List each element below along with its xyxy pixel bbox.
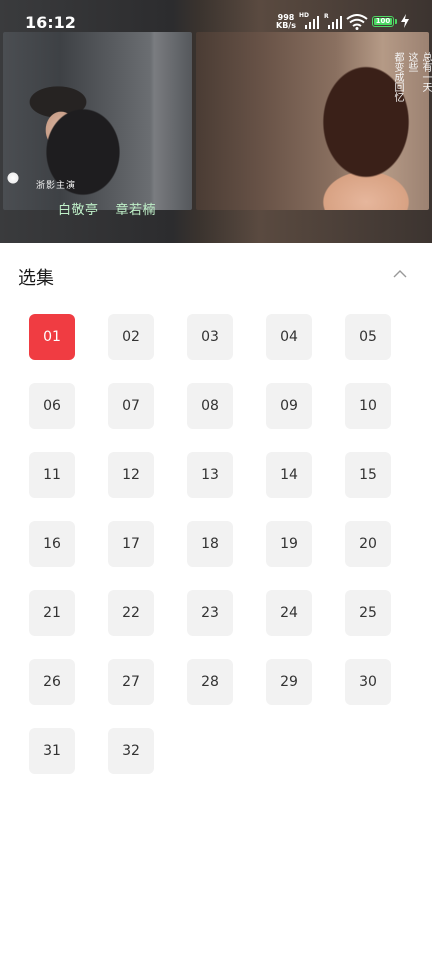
episode-button-08[interactable]: 08 bbox=[187, 383, 233, 429]
charging-icon bbox=[401, 14, 409, 28]
episode-button-02[interactable]: 02 bbox=[108, 314, 154, 360]
episode-button-22[interactable]: 22 bbox=[108, 590, 154, 636]
video-vertical-caption: 总有一天 这些 都变成回忆 bbox=[390, 52, 432, 102]
episode-button-14[interactable]: 14 bbox=[266, 452, 312, 498]
episode-grid: 01 02 03 04 05 06 07 08 09 10 11 12 13 14 15 16 17 18 19 20… bbox=[29, 314, 409, 774]
net-speed: 998 KB/s bbox=[276, 14, 296, 30]
episode-button-13[interactable]: 13 bbox=[187, 452, 233, 498]
episode-button-31[interactable]: 31 bbox=[29, 728, 75, 774]
video-frame-left bbox=[3, 32, 192, 210]
episode-button-17[interactable]: 17 bbox=[108, 521, 154, 567]
episode-button-24[interactable]: 24 bbox=[266, 590, 312, 636]
episode-button-11[interactable]: 11 bbox=[29, 452, 75, 498]
episode-button-04[interactable]: 04 bbox=[266, 314, 312, 360]
episode-button-20[interactable]: 20 bbox=[345, 521, 391, 567]
signal-icon bbox=[301, 15, 321, 29]
episode-button-16[interactable]: 16 bbox=[29, 521, 75, 567]
episode-button-09[interactable]: 09 bbox=[266, 383, 312, 429]
episode-button-27[interactable]: 27 bbox=[108, 659, 154, 705]
video-logo-text: 浙影主演 bbox=[36, 181, 77, 191]
wifi-icon bbox=[346, 14, 368, 30]
episode-button-06[interactable]: 06 bbox=[29, 383, 75, 429]
collapse-button[interactable] bbox=[390, 267, 410, 281]
episode-button-10[interactable]: 10 bbox=[345, 383, 391, 429]
episode-button-01[interactable]: 01 bbox=[29, 314, 75, 360]
chevron-up-icon bbox=[393, 270, 407, 278]
episode-button-29[interactable]: 29 bbox=[266, 659, 312, 705]
episode-button-19[interactable]: 19 bbox=[266, 521, 312, 567]
status-bar: 16:12 998 KB/s HD R 100 bbox=[0, 0, 432, 44]
episode-button-07[interactable]: 07 bbox=[108, 383, 154, 429]
status-time: 16:12 bbox=[25, 13, 76, 32]
signal-icon-2 bbox=[324, 15, 344, 29]
video-subtitle: 白敬亭 章若楠 bbox=[58, 199, 173, 218]
episode-button-21[interactable]: 21 bbox=[29, 590, 75, 636]
episode-button-12[interactable]: 12 bbox=[108, 452, 154, 498]
episode-button-18[interactable]: 18 bbox=[187, 521, 233, 567]
episode-panel-title: 选集 bbox=[18, 268, 54, 289]
battery-icon: 100 bbox=[372, 16, 394, 27]
net-speed-unit: KB/s bbox=[276, 21, 296, 30]
subtitle-name-2: 章若楠 bbox=[115, 203, 157, 218]
battery-cap bbox=[395, 19, 397, 24]
episode-button-32[interactable]: 32 bbox=[108, 728, 154, 774]
caption-line-3: 都变成回忆 bbox=[392, 52, 403, 102]
episode-button-26[interactable]: 26 bbox=[29, 659, 75, 705]
episode-button-05[interactable]: 05 bbox=[345, 314, 391, 360]
episode-button-15[interactable]: 15 bbox=[345, 452, 391, 498]
subtitle-name-1: 白敬亭 bbox=[58, 203, 99, 218]
video-player[interactable]: 浙影主演 白敬亭 章若楠 总有一天 这些 都变成回忆 16:12 998 KB/s… bbox=[0, 0, 432, 243]
episode-panel-header: 选集 bbox=[0, 243, 432, 303]
episode-button-25[interactable]: 25 bbox=[345, 590, 391, 636]
caption-line-2: 这些 bbox=[406, 52, 417, 72]
episode-button-28[interactable]: 28 bbox=[187, 659, 233, 705]
battery-level: 100 bbox=[374, 17, 392, 25]
episode-button-03[interactable]: 03 bbox=[187, 314, 233, 360]
episode-button-23[interactable]: 23 bbox=[187, 590, 233, 636]
episode-button-30[interactable]: 30 bbox=[345, 659, 391, 705]
caption-line-1: 总有一天 bbox=[420, 52, 431, 92]
